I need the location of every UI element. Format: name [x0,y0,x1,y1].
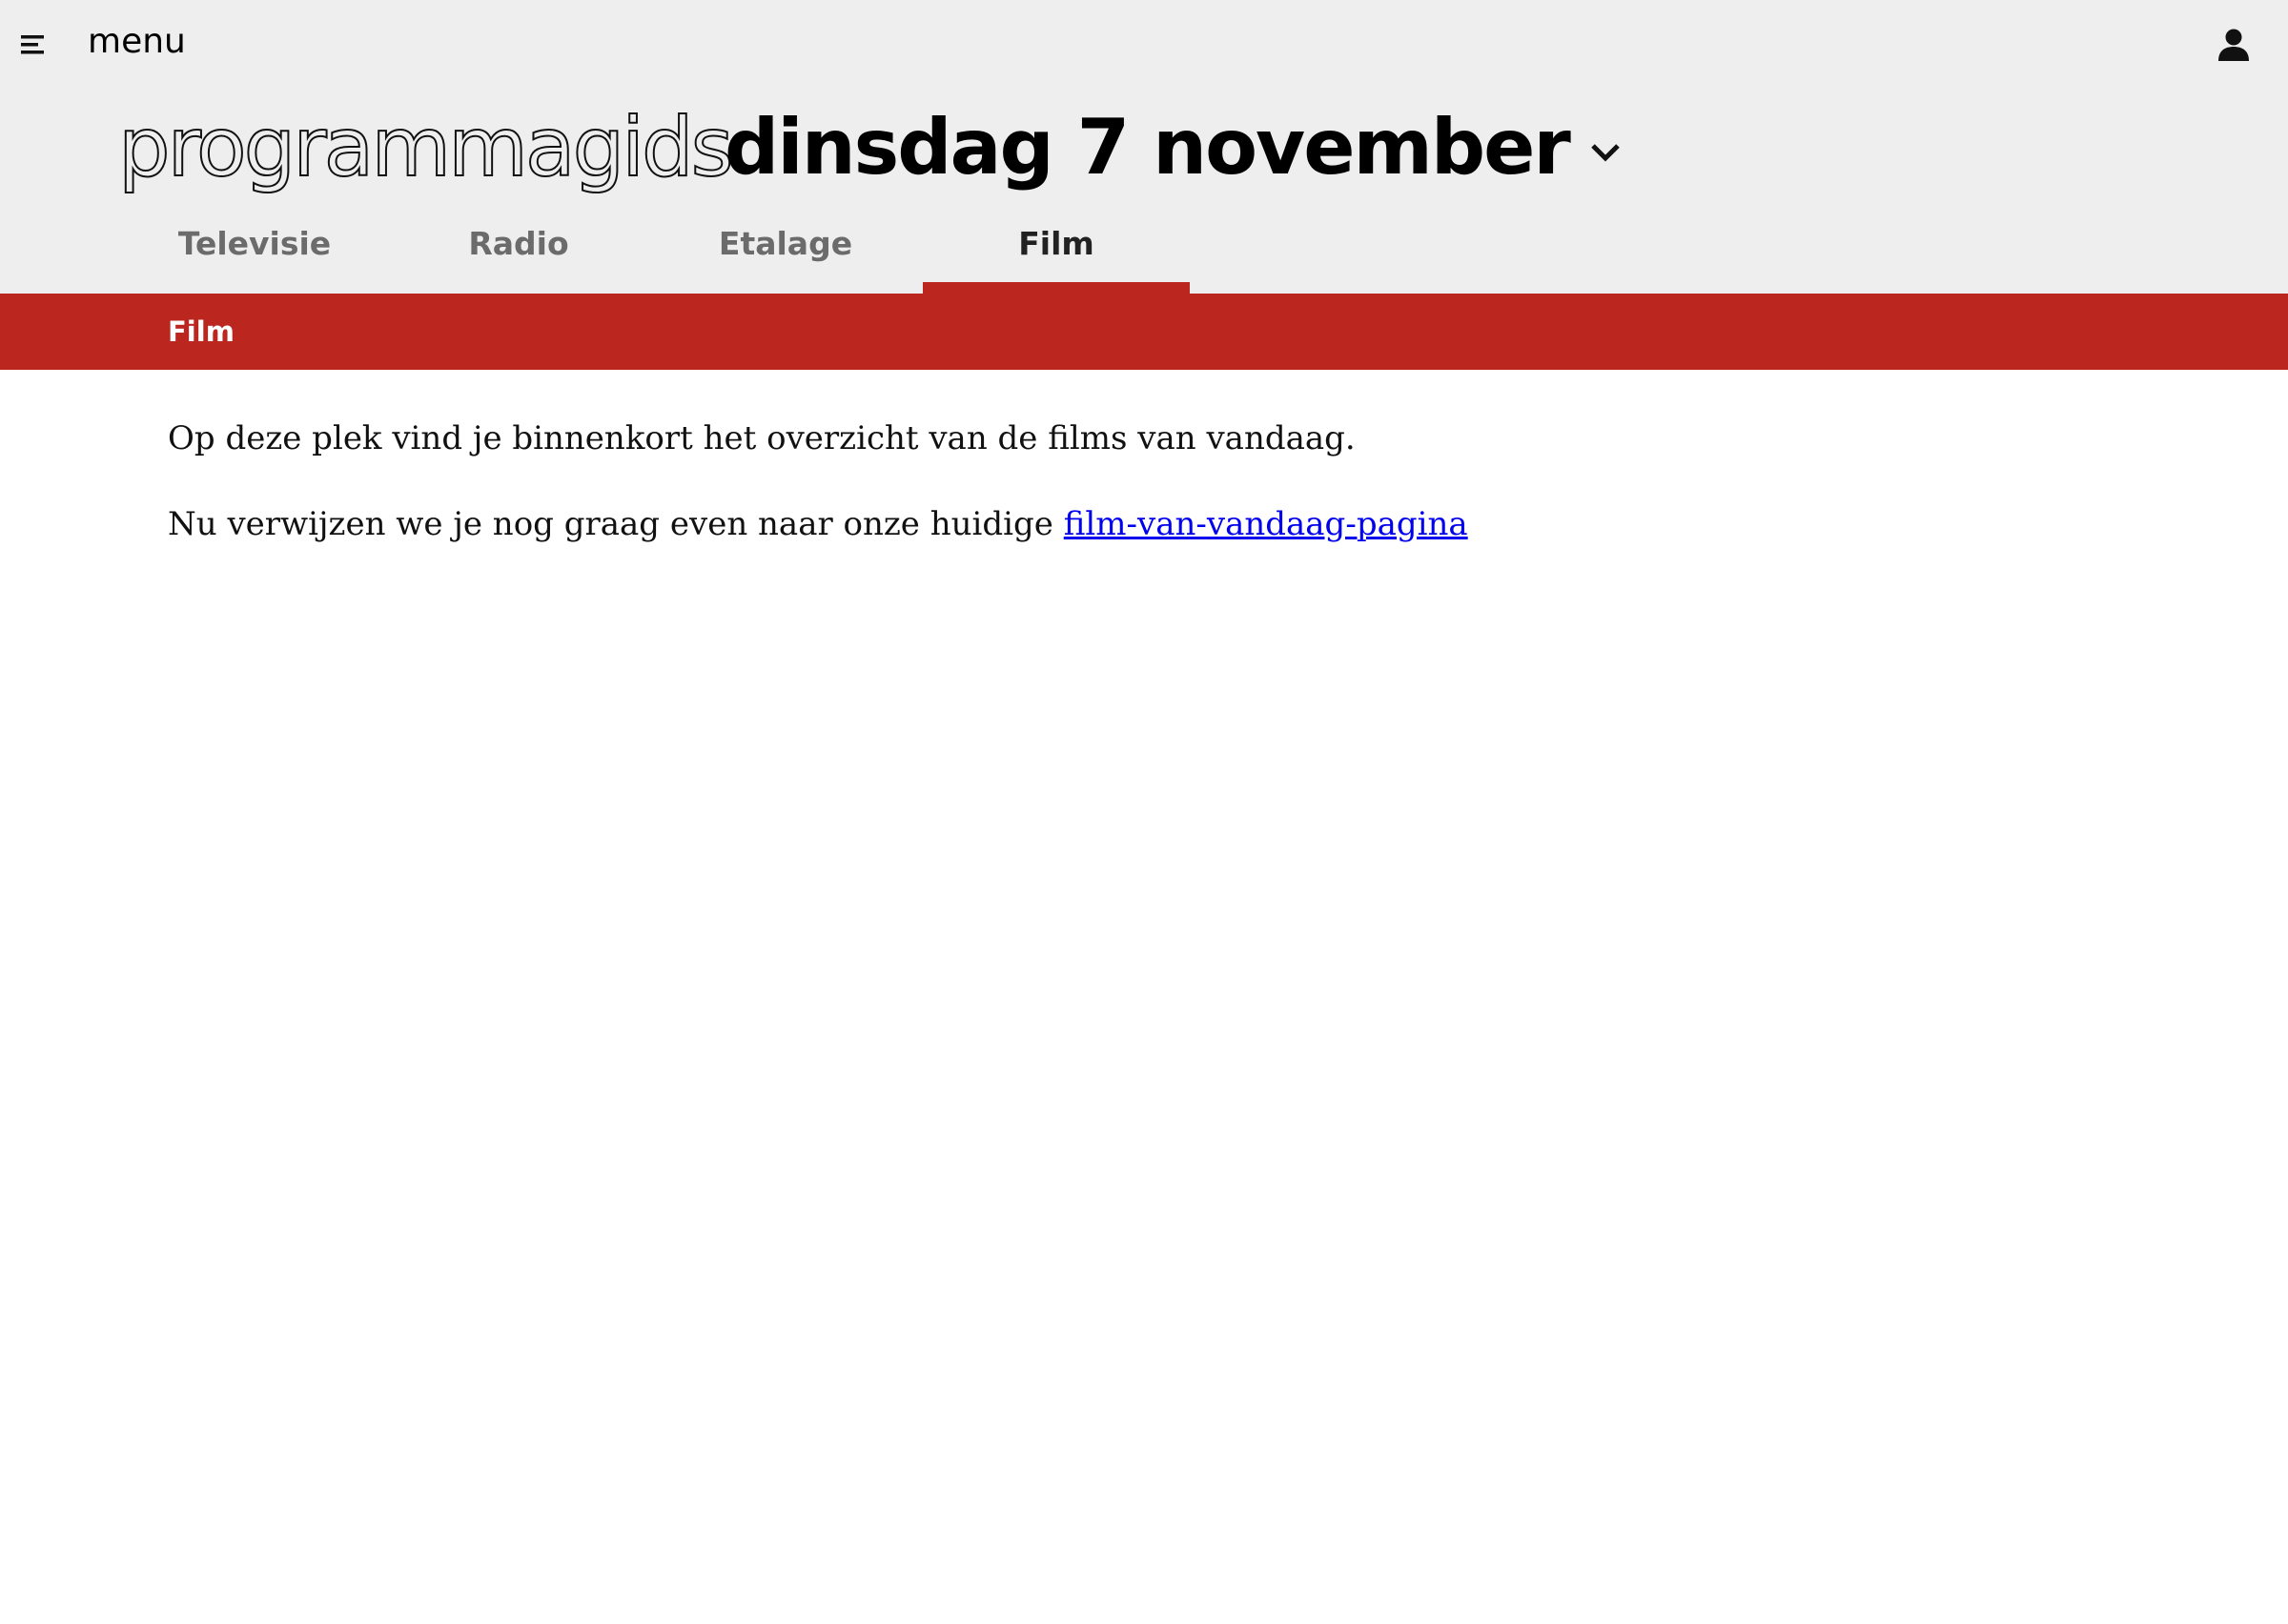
section-title: Film [168,315,235,348]
intro-paragraph: Op deze plek vind je binnenkort het over… [168,419,1356,457]
active-tab-indicator [923,282,1190,294]
tab-televisie[interactable]: Televisie [124,213,385,294]
redirect-paragraph: Nu verwijzen we je nog graag even naar o… [168,496,2170,553]
redirect-text: Nu verwijzen we je nog graag even naar o… [168,505,1064,543]
date-selector[interactable]: dinsdag 7 november [725,95,1621,200]
tab-radio[interactable]: Radio [391,213,646,294]
section-header-bar: Film [0,294,2288,370]
tab-etalage-label: Etalage [718,225,853,262]
film-van-vandaag-link[interactable]: film-van-vandaag-pagina [1064,505,1468,543]
site-title: programmagids [117,99,734,196]
chevron-down-icon[interactable] [1590,142,1621,163]
date-label[interactable]: dinsdag 7 november [725,95,1571,200]
header: menu programmagids dinsdag 7 november Te… [0,0,2288,294]
tab-televisie-label: Televisie [177,225,332,262]
tab-film-label: Film [1018,225,1094,262]
user-account-icon[interactable] [2216,27,2251,63]
main-content: Op deze plek vind je binnenkort het over… [168,410,2170,581]
hamburger-menu-icon[interactable] [19,30,51,59]
tab-radio-label: Radio [468,225,569,262]
user-account-icon-graphic [2218,29,2249,61]
menu-button-label[interactable]: menu [88,19,186,65]
tab-etalage[interactable]: Etalage [652,213,919,294]
hamburger-menu-icon-graphic [21,35,44,54]
